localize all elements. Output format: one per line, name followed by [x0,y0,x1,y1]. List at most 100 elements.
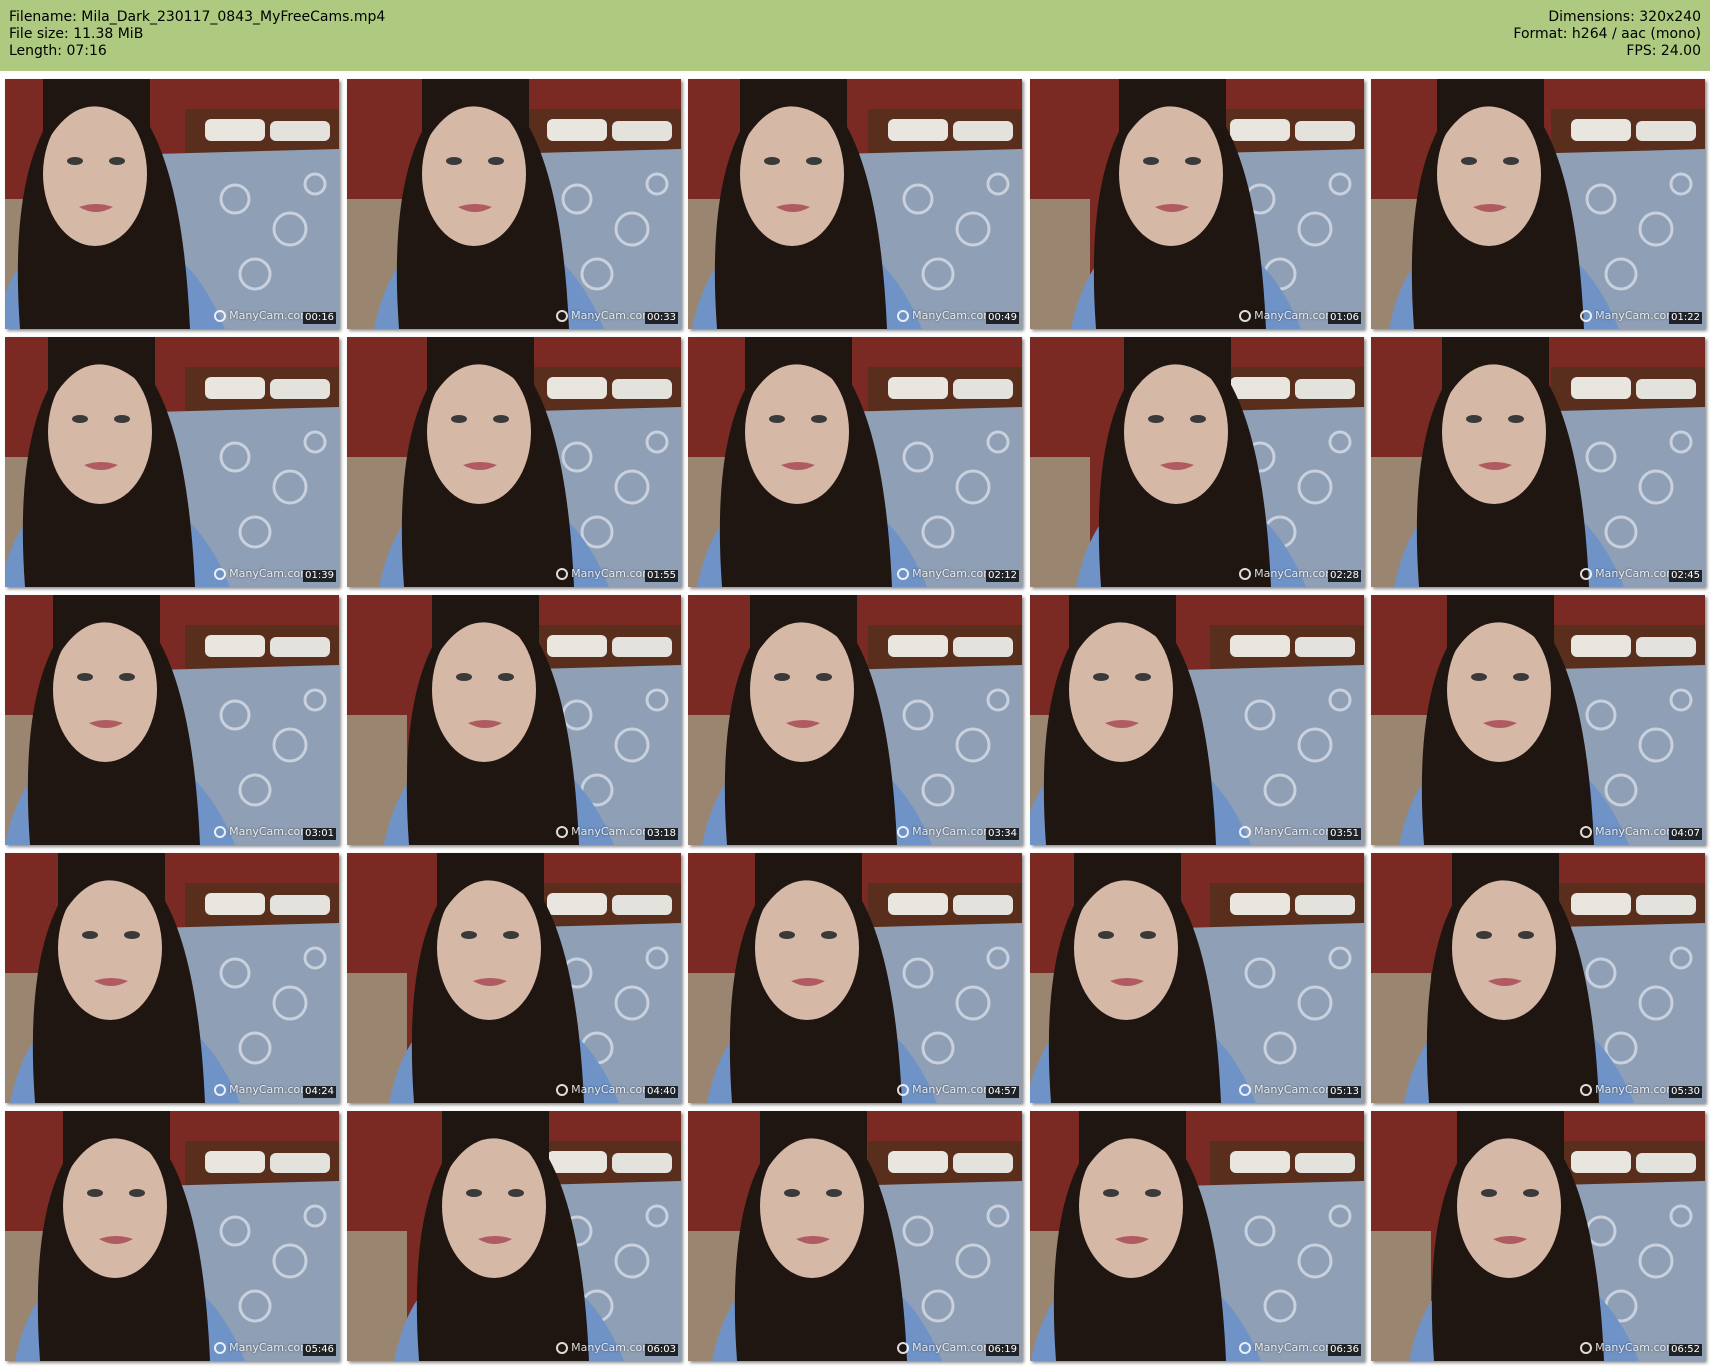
thumbnail-scene [5,79,339,329]
video-thumbnail: ManyCam.com 01:39 [5,337,339,587]
webcam-logo-icon [1580,309,1593,322]
watermark-text: ManyCam.com [1254,1341,1336,1354]
thumbnail-scene [347,595,681,845]
thumbnail-scene [1371,337,1705,587]
manycam-watermark: ManyCam.com [897,309,994,322]
frame-timestamp: 05:13 [1328,1086,1361,1098]
video-thumbnail: ManyCam.com 04:24 [5,853,339,1103]
video-thumbnail: ManyCam.com 03:34 [688,595,1022,845]
thumbnail-scene [688,337,1022,587]
frame-timestamp: 06:36 [1328,1344,1361,1356]
thumbnail-scene [1030,79,1364,329]
webcam-logo-icon [214,567,227,580]
watermark-text: ManyCam.com [1254,567,1336,580]
manycam-watermark: ManyCam.com [1580,1341,1677,1354]
video-thumbnail: ManyCam.com 00:33 [347,79,681,329]
thumbnail-scene [688,595,1022,845]
manycam-watermark: ManyCam.com [556,309,653,322]
frame-timestamp: 04:24 [303,1086,336,1098]
video-thumbnail: ManyCam.com 02:28 [1030,337,1364,587]
video-thumbnail: ManyCam.com 03:18 [347,595,681,845]
watermark-text: ManyCam.com [912,567,994,580]
video-thumbnail: ManyCam.com 05:30 [1371,853,1705,1103]
webcam-logo-icon [556,567,569,580]
webcam-logo-icon [897,825,910,838]
video-thumbnail: ManyCam.com 05:46 [5,1111,339,1361]
video-thumbnail: ManyCam.com 04:57 [688,853,1022,1103]
frame-timestamp: 06:52 [1669,1344,1702,1356]
watermark-text: ManyCam.com [229,1341,311,1354]
thumbnail-scene [5,595,339,845]
fps-text: FPS: 24.00 [1626,43,1701,59]
thumbnail-scene [347,79,681,329]
webcam-logo-icon [556,825,569,838]
manycam-watermark: ManyCam.com [214,309,311,322]
video-thumbnail: ManyCam.com 04:40 [347,853,681,1103]
manycam-watermark: ManyCam.com [556,1083,653,1096]
webcam-logo-icon [897,1341,910,1354]
manycam-watermark: ManyCam.com [1580,567,1677,580]
watermark-text: ManyCam.com [229,1083,311,1096]
webcam-logo-icon [897,567,910,580]
webcam-logo-icon [897,1083,910,1096]
webcam-logo-icon [1580,567,1593,580]
frame-timestamp: 03:34 [986,828,1019,840]
webcam-logo-icon [1580,1083,1593,1096]
watermark-text: ManyCam.com [571,1083,653,1096]
dimensions-text: Dimensions: 320x240 [1548,9,1701,25]
manycam-watermark: ManyCam.com [1580,825,1677,838]
manycam-watermark: ManyCam.com [1239,567,1336,580]
file-info: Filename: Mila_Dark_230117_0843_MyFreeCa… [9,9,385,60]
watermark-text: ManyCam.com [912,1083,994,1096]
video-thumbnail: ManyCam.com 06:03 [347,1111,681,1361]
frame-timestamp: 03:51 [1328,828,1361,840]
manycam-watermark: ManyCam.com [1239,1083,1336,1096]
watermark-text: ManyCam.com [1254,825,1336,838]
filesize-text: File size: 11.38 MiB [9,26,144,42]
frame-timestamp: 04:57 [986,1086,1019,1098]
thumbnail-scene [1371,853,1705,1103]
watermark-text: ManyCam.com [571,1341,653,1354]
thumbnail-scene [1030,853,1364,1103]
thumbnail-scene [688,853,1022,1103]
watermark-text: ManyCam.com [912,309,994,322]
thumbnail-scene [347,1111,681,1361]
thumbnail-scene [1030,337,1364,587]
webcam-logo-icon [1239,1083,1252,1096]
webcam-logo-icon [214,309,227,322]
thumbnail-scene [1371,1111,1705,1361]
frame-timestamp: 06:19 [986,1344,1019,1356]
manycam-watermark: ManyCam.com [1580,309,1677,322]
watermark-text: ManyCam.com [229,825,311,838]
manycam-watermark: ManyCam.com [556,1341,653,1354]
length-text: Length: 07:16 [9,43,107,59]
thumbnail-scene [1030,1111,1364,1361]
webcam-logo-icon [1239,1341,1252,1354]
webcam-logo-icon [214,825,227,838]
manycam-watermark: ManyCam.com [897,825,994,838]
video-thumbnail: ManyCam.com 01:55 [347,337,681,587]
thumbnail-scene [5,853,339,1103]
video-thumbnail: ManyCam.com 06:52 [1371,1111,1705,1361]
webcam-logo-icon [556,1341,569,1354]
watermark-text: ManyCam.com [1254,1083,1336,1096]
watermark-text: ManyCam.com [1595,1341,1677,1354]
video-thumbnail: ManyCam.com 00:49 [688,79,1022,329]
watermark-text: ManyCam.com [571,825,653,838]
video-thumbnail: ManyCam.com 00:16 [5,79,339,329]
info-header: Filename: Mila_Dark_230117_0843_MyFreeCa… [0,0,1710,71]
filename-text: Filename: Mila_Dark_230117_0843_MyFreeCa… [9,9,386,25]
frame-timestamp: 02:12 [986,570,1019,582]
video-thumbnail: ManyCam.com 01:22 [1371,79,1705,329]
manycam-watermark: ManyCam.com [1239,825,1336,838]
thumbnail-scene [5,1111,339,1361]
webcam-logo-icon [214,1083,227,1096]
watermark-text: ManyCam.com [229,567,311,580]
manycam-watermark: ManyCam.com [214,1341,311,1354]
thumbnail-scene [688,1111,1022,1361]
thumbnail-scene [5,337,339,587]
manycam-watermark: ManyCam.com [1580,1083,1677,1096]
frame-timestamp: 03:18 [645,828,678,840]
frame-timestamp: 02:45 [1669,570,1702,582]
frame-timestamp: 04:40 [645,1086,678,1098]
